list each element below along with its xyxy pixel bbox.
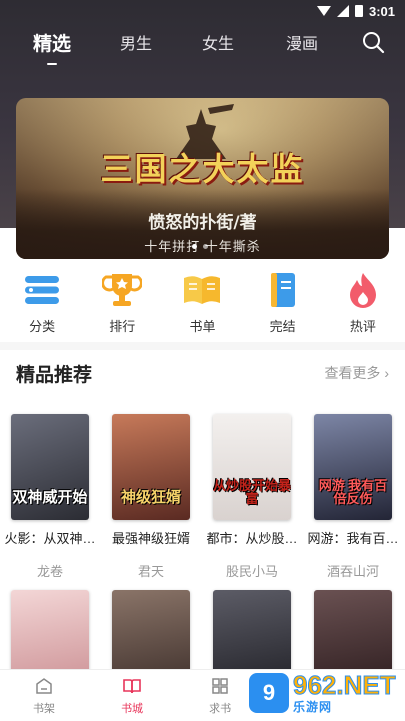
bookshelf-icon	[36, 678, 52, 694]
cover-text: 网游 我有百倍反伤	[318, 477, 388, 507]
nav-item-bookshelf[interactable]: 书架	[0, 670, 88, 721]
cover-text: 神级狂婿	[120, 489, 181, 507]
banner-dot[interactable]	[192, 244, 197, 249]
banner-author: 愤怒的扑街/著	[148, 213, 257, 233]
wifi-icon	[316, 6, 331, 16]
cover-text: 从炒股开始暴富	[213, 477, 291, 507]
status-time: 3:01	[368, 3, 395, 19]
signal-icon	[336, 5, 349, 17]
watermark-logo: 9 962.NET 乐游网	[249, 671, 399, 715]
view-more-link[interactable]: 查看更多 ›	[324, 363, 389, 383]
book-author: 君天	[137, 564, 164, 579]
tab-female[interactable]: 女生	[196, 30, 240, 54]
book-title: 火影：从双神…	[4, 531, 96, 546]
watermark-sub: 乐游网	[293, 699, 333, 714]
category-item-hot-reviews[interactable]: 热评	[328, 270, 398, 338]
category-icon	[25, 276, 60, 304]
trophy-icon	[102, 274, 143, 306]
featured-banner[interactable]: 三国之大太监 愤怒的扑街/著	[16, 98, 389, 259]
book-cover-image: 从炒股开始暴富	[213, 414, 291, 520]
search-icon[interactable]	[361, 30, 385, 54]
book-card[interactable]: 神级狂婿 最强神级狂婿 君天	[103, 414, 199, 580]
category-label: 完结	[269, 319, 296, 334]
category-label: 排行	[109, 319, 136, 334]
book-cover-image: 神级狂婿	[112, 414, 190, 520]
tab-male[interactable]: 男生	[114, 30, 158, 54]
category-item-completed[interactable]: 完结	[248, 270, 318, 338]
tab-featured[interactable]: 精选	[30, 29, 74, 56]
category-label: 热评	[349, 319, 376, 334]
book-card[interactable]: 从炒股开始暴富 都市：从炒股… 股民小马	[204, 414, 300, 580]
chevron-right-icon: ›	[384, 365, 389, 381]
category-item-booklist[interactable]: 书单	[167, 270, 237, 338]
top-tabs: 精选 男生 女生 漫画	[0, 26, 405, 58]
status-bar: 3:01	[0, 0, 405, 22]
category-item-ranking[interactable]: 排行	[87, 270, 157, 338]
view-more-label: 查看更多	[324, 365, 381, 381]
book-title: 都市：从炒股…	[206, 531, 298, 546]
tab-comics[interactable]: 漫画	[280, 30, 324, 54]
section-title: 精品推荐	[16, 365, 93, 386]
book-title: 最强神级狂婿	[111, 531, 190, 546]
watermark-brand: 962.NET	[293, 669, 397, 700]
book-author: 股民小马	[225, 564, 278, 579]
nav-item-bookstore[interactable]: 书城	[88, 670, 176, 721]
grid-icon	[212, 678, 228, 694]
nav-label: 书架	[33, 703, 56, 715]
nav-label: 书城	[121, 703, 144, 715]
banner-dot[interactable]	[203, 244, 208, 249]
banner-title: 三国之大太监	[100, 150, 305, 188]
battery-icon	[354, 5, 363, 17]
book-cover-image: 网游 我有百倍反伤	[314, 414, 392, 520]
book-author: 酒吞山河	[326, 564, 379, 579]
banner-pagination	[192, 244, 208, 249]
category-label: 分类	[29, 319, 56, 334]
watermark-text: 962.NET 乐游网	[293, 669, 397, 715]
category-item-classify[interactable]: 分类	[7, 270, 77, 338]
flame-icon	[349, 273, 376, 308]
watermark-logo-box: 9	[249, 673, 289, 713]
bookmark-book-icon	[270, 273, 295, 307]
category-row: 分类 排行 书单 完结 热评	[0, 270, 405, 338]
open-book-icon	[184, 276, 221, 304]
book-author: 龙卷	[36, 564, 63, 579]
section-divider	[0, 342, 405, 350]
cover-text: 双神威开始	[12, 489, 88, 507]
book-card[interactable]: 网游 我有百倍反伤 网游：我有百… 酒吞山河	[305, 414, 401, 580]
book-cover-image: 双神威开始	[11, 414, 89, 520]
nav-label: 求书	[209, 703, 232, 715]
book-title: 网游：我有百…	[307, 531, 399, 546]
book-card[interactable]: 双神威开始 火影：从双神… 龙卷	[2, 414, 98, 580]
category-label: 书单	[189, 319, 216, 334]
bookstore-icon	[123, 679, 141, 694]
